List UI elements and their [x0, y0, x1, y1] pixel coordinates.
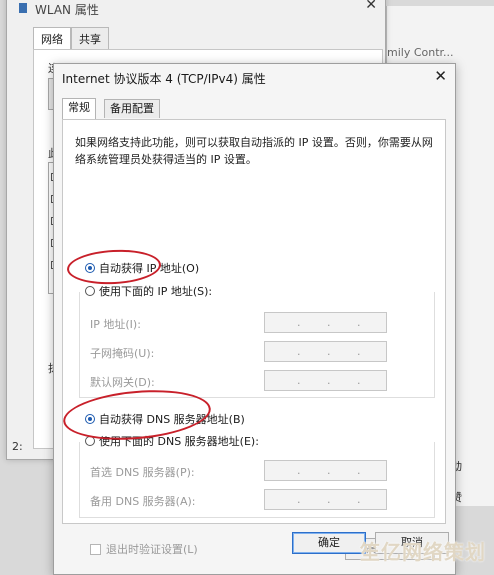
- radio-unselected-icon: [85, 286, 95, 296]
- tab-alternate-configuration[interactable]: 备用配置: [104, 99, 160, 118]
- radio-selected-icon: [85, 414, 95, 424]
- ip-address-label: IP 地址(I):: [90, 318, 141, 331]
- auto-dns-radio[interactable]: 自动获得 DNS 服务器地址(B): [85, 411, 245, 427]
- validate-settings-label: 退出时验证设置(L): [106, 543, 198, 556]
- intro-text: 如果网络支持此功能，则可以获取自动指派的 IP 设置。否则，你需要从网络系统管理…: [75, 136, 433, 166]
- wlan-window-title: WLAN 属性: [35, 3, 99, 17]
- alternate-dns-label: 备用 DNS 服务器(A):: [90, 495, 196, 508]
- tab-network[interactable]: 网络: [33, 27, 71, 49]
- background-window-label: mily Contr...: [387, 46, 454, 59]
- close-icon[interactable]: ✕: [365, 0, 377, 13]
- auto-ip-label: 自动获得 IP 地址(O): [99, 262, 200, 275]
- validate-settings-checkbox[interactable]: 退出时验证设置(L): [90, 541, 198, 557]
- radio-selected-icon: [85, 263, 95, 273]
- network-adapter-icon: [19, 3, 27, 13]
- wlan-tabs: 网络 共享: [33, 27, 109, 49]
- auto-dns-label: 自动获得 DNS 服务器地址(B): [99, 413, 245, 426]
- tab-general[interactable]: 常规: [62, 98, 96, 119]
- tab-sharing[interactable]: 共享: [71, 27, 109, 49]
- close-icon[interactable]: ✕: [434, 67, 447, 85]
- manual-dns-radio[interactable]: 使用下面的 DNS 服务器地址(E):: [85, 433, 262, 449]
- preferred-dns-label: 首选 DNS 服务器(P):: [90, 466, 195, 479]
- manual-dns-label: 使用下面的 DNS 服务器地址(E):: [99, 435, 259, 448]
- subnet-mask-label: 子网掩码(U):: [90, 347, 155, 360]
- ok-button[interactable]: 确定: [292, 532, 366, 554]
- general-panel: 如果网络支持此功能，则可以获取自动指派的 IP 设置。否则，你需要从网络系统管理…: [61, 119, 446, 560]
- auto-ip-radio[interactable]: 自动获得 IP 地址(O): [85, 260, 199, 276]
- watermark: 笙亿网络策划: [360, 540, 486, 564]
- default-gateway-label: 默认网关(D):: [90, 376, 155, 389]
- subnet-mask-input[interactable]: ...: [264, 341, 387, 362]
- default-gateway-input[interactable]: ...: [264, 370, 387, 391]
- alternate-dns-input[interactable]: ...: [264, 489, 387, 510]
- checkbox-unchecked-icon: [90, 543, 101, 555]
- tcpipv4-properties-dialog: Internet 协议版本 4 (TCP/IPv4) 属性 ✕ 常规 备用配置 …: [53, 63, 456, 575]
- radio-unselected-icon: [85, 436, 95, 446]
- dialog-title: Internet 协议版本 4 (TCP/IPv4) 属性: [62, 72, 266, 86]
- background-window-text: 2:: [12, 440, 23, 453]
- ip-address-input[interactable]: ...: [264, 312, 387, 333]
- preferred-dns-input[interactable]: ...: [264, 460, 387, 481]
- manual-ip-label: 使用下面的 IP 地址(S):: [99, 285, 213, 298]
- manual-ip-radio[interactable]: 使用下面的 IP 地址(S):: [85, 283, 216, 299]
